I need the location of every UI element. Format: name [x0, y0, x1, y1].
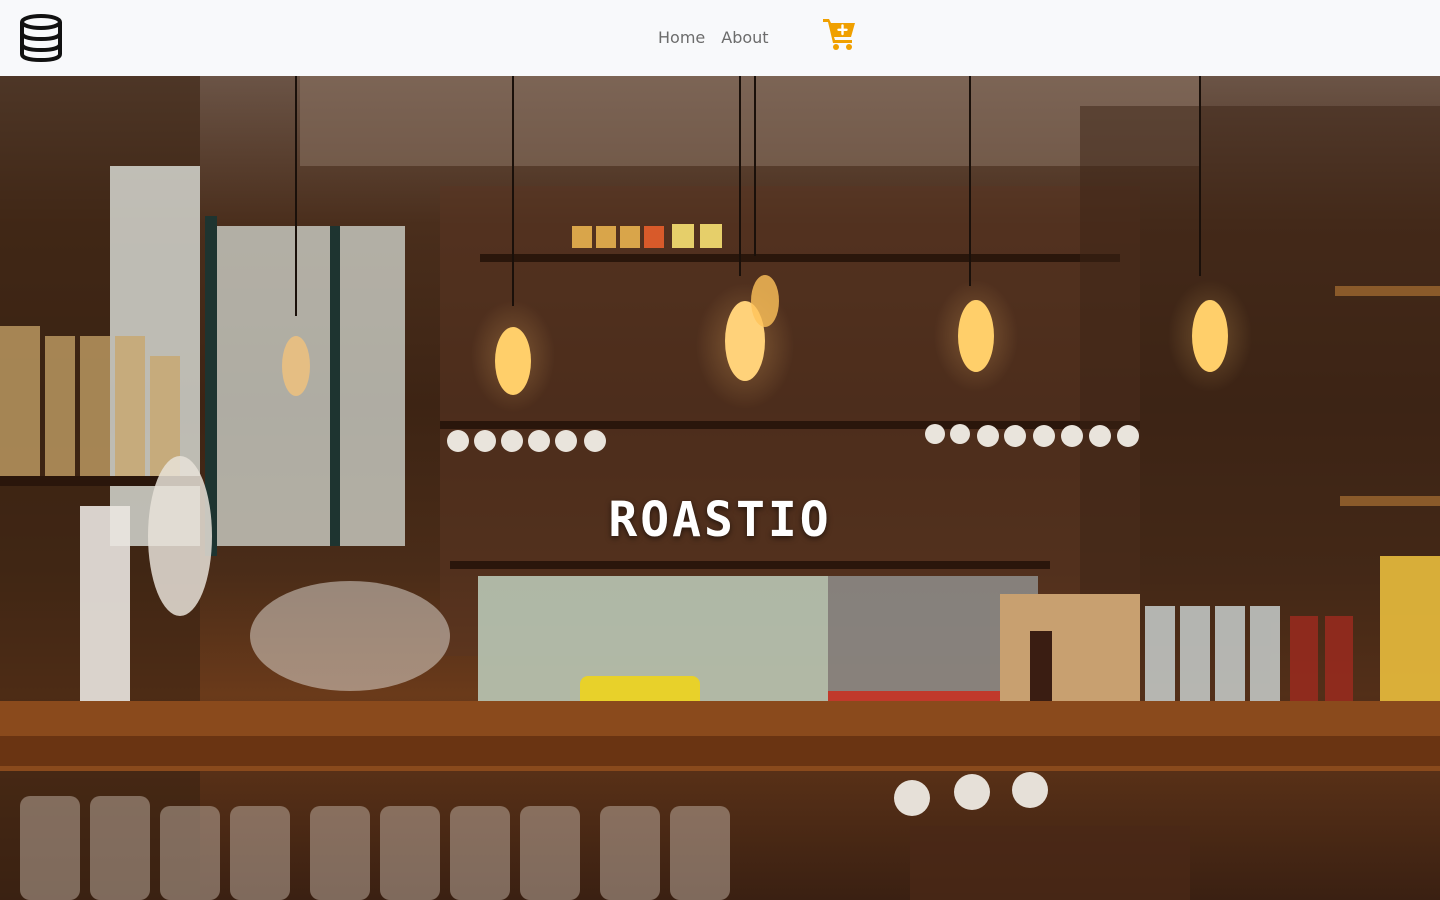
cart-button[interactable]	[822, 17, 858, 51]
cafe-bar-interior-photo	[0, 76, 1440, 900]
nav-link-about[interactable]: About	[713, 0, 776, 76]
hero-section: ROASTIO	[0, 76, 1440, 900]
cart-plus-icon	[823, 19, 855, 50]
main-nav: Home About	[650, 0, 777, 76]
nav-link-home[interactable]: Home	[650, 0, 713, 76]
brand-logo[interactable]	[17, 13, 65, 63]
database-icon	[20, 14, 62, 63]
navbar: Home About	[0, 0, 1440, 76]
hero-title: ROASTIO	[608, 492, 832, 548]
